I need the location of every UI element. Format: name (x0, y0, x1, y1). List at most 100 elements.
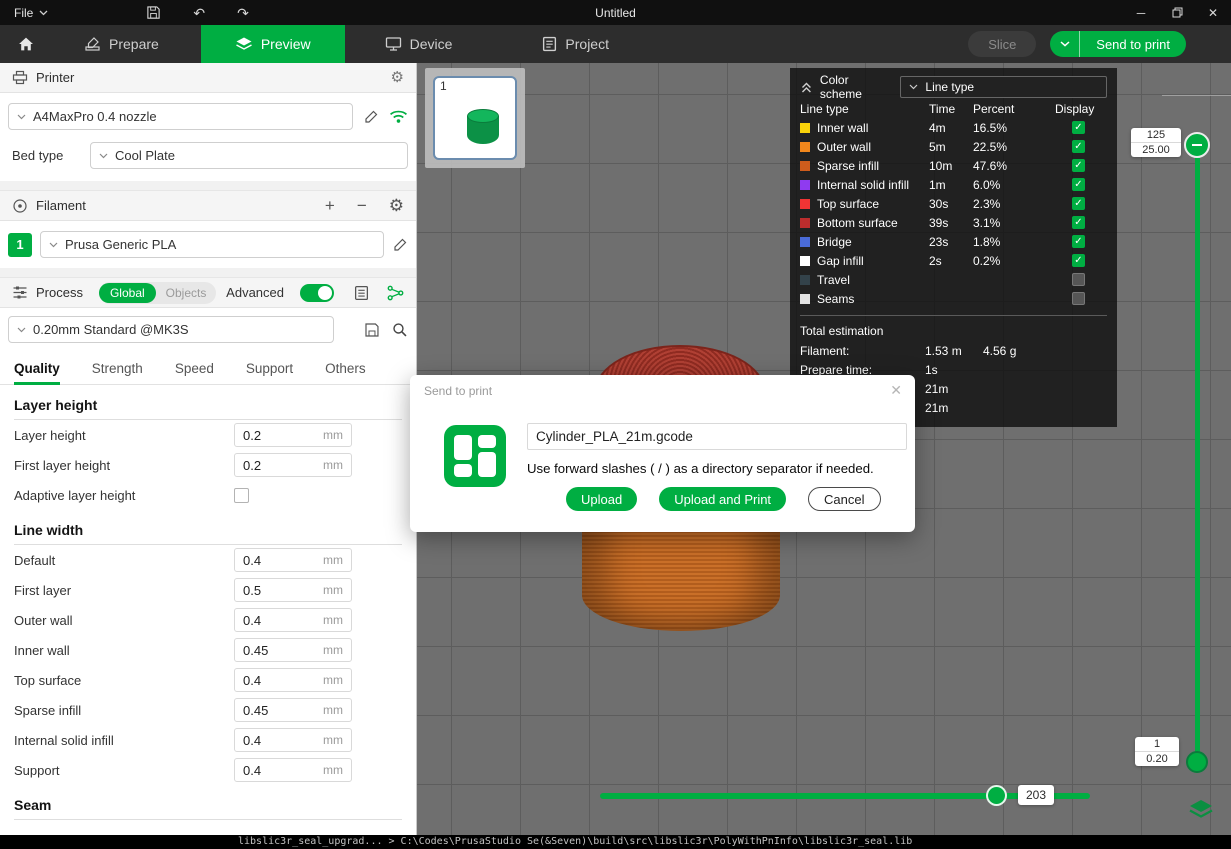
param-row: Default0.4mm (14, 545, 402, 575)
layer-slider-bottom-handle[interactable] (1186, 751, 1208, 773)
minimize-button[interactable]: ─ (1123, 0, 1159, 25)
param-input[interactable]: 0.4mm (234, 668, 352, 692)
tab-device[interactable]: Device (361, 25, 477, 63)
tab-strength[interactable]: Strength (92, 353, 143, 385)
plate-thumbnail[interactable]: 1 (425, 68, 525, 168)
display-checkbox[interactable]: ✓ (1072, 197, 1085, 210)
gcode-filename-input[interactable] (527, 423, 907, 450)
tab-speed[interactable]: Speed (175, 353, 214, 385)
chevron-down-icon (909, 84, 918, 90)
adaptive-layer-checkbox[interactable] (234, 488, 249, 503)
cancel-button[interactable]: Cancel (808, 487, 880, 511)
search-settings-icon[interactable] (392, 322, 408, 338)
dialog-close-icon[interactable]: ✕ (890, 382, 902, 399)
estimation-row: Filament:1.53 m4.56 g (800, 341, 1107, 360)
slice-button[interactable]: Slice (968, 31, 1036, 57)
param-unit: mm (323, 458, 351, 472)
layer-slider-track[interactable] (1195, 145, 1200, 763)
filament-settings-gear-icon[interactable]: ⚙ (389, 197, 404, 214)
estimation-value-2: 4.56 g (983, 344, 1107, 358)
wifi-icon[interactable] (389, 109, 408, 124)
home-button[interactable] (0, 25, 52, 63)
param-input[interactable]: 0.4mm (234, 548, 352, 572)
tab-prepare[interactable]: Prepare (60, 25, 183, 63)
line-type-time: 4m (929, 121, 973, 135)
param-input[interactable]: 0.5mm (234, 578, 352, 602)
display-checkbox[interactable]: ✓ (1072, 216, 1085, 229)
filament-slot-badge[interactable]: 1 (8, 233, 32, 257)
tab-project[interactable]: Project (518, 25, 633, 63)
display-checkbox[interactable]: ✓ (1072, 235, 1085, 248)
param-row: First layer0.5mm (14, 575, 402, 605)
process-section-header: Process Global Objects Advanced (0, 278, 416, 308)
line-type-time: 2s (929, 254, 973, 268)
advanced-toggle[interactable] (300, 284, 334, 302)
param-unit: mm (323, 583, 351, 597)
scope-global-button[interactable]: Global (99, 283, 156, 303)
process-preset-dropdown[interactable]: 0.20mm Standard @MK3S (8, 316, 334, 343)
layer-slider-top-handle[interactable] (1184, 132, 1210, 158)
param-input[interactable]: 0.4mm (234, 608, 352, 632)
slider-ruler-line (1162, 95, 1231, 96)
line-type-percent: 3.1% (973, 216, 1031, 230)
param-value: 0.4 (235, 763, 323, 778)
edit-printer-icon[interactable] (363, 109, 379, 125)
param-row: Internal solid infill0.4mm (14, 725, 402, 755)
view-mode-dropdown[interactable]: Line type (900, 76, 1107, 98)
display-checkbox[interactable]: ✓ (1072, 140, 1085, 153)
color-scheme-title: Color scheme (820, 73, 893, 101)
param-value: 0.45 (235, 643, 323, 658)
bed-type-dropdown[interactable]: Cool Plate (90, 142, 408, 169)
send-to-print-button[interactable]: Send to print (1080, 37, 1186, 52)
tab-support[interactable]: Support (246, 353, 293, 385)
remove-filament-button[interactable]: − (357, 197, 367, 214)
estimation-value: 1s (925, 363, 983, 377)
param-input[interactable]: 0.4mm (234, 728, 352, 752)
param-input[interactable]: 0.4mm (234, 758, 352, 782)
printer-preset-value: A4MaxPro 0.4 nozzle (33, 109, 157, 124)
collapse-panel-icon[interactable] (800, 80, 813, 94)
display-checkbox[interactable]: ✓ (1072, 254, 1085, 267)
parameter-list-icon[interactable] (354, 285, 369, 301)
line-type-row: Top surface30s2.3%✓ (800, 194, 1107, 213)
upload-button[interactable]: Upload (566, 487, 637, 511)
param-row: Top surface0.4mm (14, 665, 402, 695)
move-slider-track[interactable] (600, 793, 1090, 799)
tab-others[interactable]: Others (325, 353, 366, 385)
process-tree-icon[interactable] (387, 285, 404, 301)
param-input[interactable]: 0.45mm (234, 698, 352, 722)
send-options-dropdown[interactable] (1050, 31, 1080, 57)
line-type-row: Seams (800, 289, 1107, 308)
printer-settings-gear-icon[interactable]: ⚙ (391, 70, 404, 85)
display-checkbox[interactable] (1072, 273, 1085, 286)
param-label: Inner wall (14, 643, 234, 658)
param-input[interactable]: 0.45mm (234, 638, 352, 662)
upload-and-print-button[interactable]: Upload and Print (659, 487, 786, 511)
display-checkbox[interactable]: ✓ (1072, 178, 1085, 191)
filament-preset-dropdown[interactable]: Prusa Generic PLA (40, 231, 384, 258)
layers-view-icon[interactable] (1186, 796, 1216, 824)
add-filament-button[interactable]: + (325, 197, 335, 214)
titlebar: File ↶ ↷ Untitled ─ ✕ (0, 0, 1231, 25)
display-checkbox[interactable]: ✓ (1072, 159, 1085, 172)
param-input[interactable]: 0.2mm (234, 453, 352, 477)
display-checkbox[interactable]: ✓ (1072, 121, 1085, 134)
param-label: Internal solid infill (14, 733, 234, 748)
save-preset-icon[interactable] (364, 322, 380, 338)
edit-filament-icon[interactable] (392, 237, 408, 253)
dialog-title: Send to print (424, 384, 492, 398)
close-button[interactable]: ✕ (1195, 0, 1231, 25)
scope-objects-button[interactable]: Objects (156, 283, 217, 303)
maximize-button[interactable] (1159, 0, 1195, 25)
display-checkbox[interactable] (1072, 292, 1085, 305)
line-type-swatch (800, 199, 810, 209)
line-type-time: 5m (929, 140, 973, 154)
param-input[interactable]: 0.2mm (234, 423, 352, 447)
printer-preset-dropdown[interactable]: A4MaxPro 0.4 nozzle (8, 103, 353, 130)
tab-preview[interactable]: Preview (201, 25, 345, 63)
param-value: 0.4 (235, 673, 323, 688)
move-slider-handle[interactable] (986, 785, 1007, 806)
line-type-row: Gap infill2s0.2%✓ (800, 251, 1107, 270)
param-row: First layer height0.2mm (14, 450, 402, 480)
tab-quality[interactable]: Quality (14, 353, 60, 385)
